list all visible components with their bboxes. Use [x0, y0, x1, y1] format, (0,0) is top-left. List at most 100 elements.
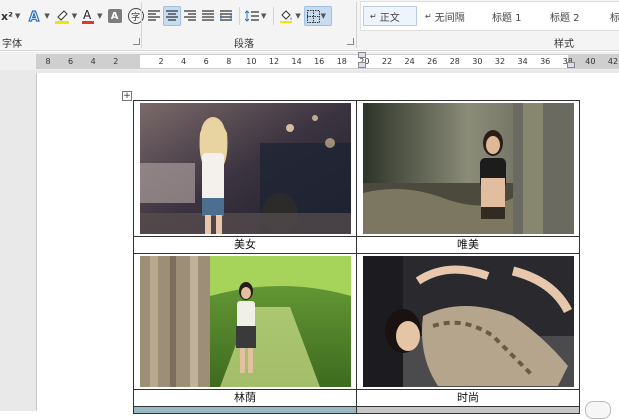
table-cell[interactable] — [133, 253, 357, 390]
chevron-down-icon[interactable]: ▼ — [15, 12, 20, 20]
chevron-down-icon[interactable]: ▼ — [72, 12, 77, 20]
caption-cell[interactable]: 时尚 — [356, 389, 580, 407]
ruler-tick-label: 6 — [68, 57, 74, 66]
ruler-tick-label: 16 — [314, 57, 325, 66]
chevron-down-icon[interactable]: ▼ — [44, 12, 49, 20]
chevron-down-icon[interactable]: ▼ — [97, 12, 102, 20]
char-shading-button[interactable]: A — [107, 9, 122, 23]
page-navigation-icon[interactable] — [585, 401, 611, 419]
table-row: 林荫 时尚 — [133, 389, 580, 407]
ruler-tick-label: 12 — [268, 57, 280, 66]
font-toolbar-row: x² ▼ A ▼ ▼ A ▼ A 字 — [0, 5, 144, 27]
font-color-button[interactable]: A — [80, 6, 96, 26]
ruler-tick-label: 8 — [226, 57, 232, 66]
font-dialog-launcher-icon[interactable] — [133, 38, 140, 45]
table-cell[interactable] — [356, 406, 580, 414]
paragraph-group-label: 段落 — [234, 39, 254, 50]
ruler-tick-label: 4 — [181, 57, 187, 66]
ruler-track[interactable]: 8642246810121416182022242628303234363840… — [36, 54, 619, 69]
superscript-button[interactable]: x² — [0, 6, 14, 26]
align-left-button[interactable] — [145, 6, 163, 26]
ruler-tick-label: 22 — [381, 57, 393, 66]
group-divider — [141, 2, 142, 48]
styles-gallery: ↵ 正文 ↵ 无间隔 标题 1 标题 2 标 — [360, 1, 619, 31]
align-left-icon — [148, 10, 160, 21]
table-cell[interactable] — [133, 100, 357, 237]
photo-table[interactable]: 美女 唯美 林荫 时尚 — [133, 100, 580, 414]
align-center-button[interactable] — [163, 6, 181, 26]
ruler-tick-label: 2 — [113, 57, 119, 66]
align-center-icon — [166, 10, 178, 21]
ruler-tick-label: 26 — [427, 57, 438, 66]
table-row — [133, 100, 580, 237]
styles-group-label: 样式 — [554, 39, 574, 50]
chevron-down-icon[interactable]: ▼ — [295, 12, 300, 20]
style-normal[interactable]: ↵ 正文 — [363, 6, 417, 26]
ruler-tick-label: 34 — [517, 57, 528, 66]
style-label: 标题 2 — [550, 12, 580, 24]
highlighter-icon — [54, 10, 69, 24]
table-move-handle-icon[interactable]: + — [122, 91, 132, 101]
justify-button[interactable] — [199, 6, 217, 26]
photo-aesthetic[interactable] — [363, 103, 574, 234]
group-divider — [356, 2, 357, 48]
style-label: 无间隔 — [434, 12, 465, 24]
paragraph-toolbar-row: ▼ ▼ ▼ — [145, 5, 332, 27]
table-row — [133, 406, 580, 414]
highlighter-button[interactable] — [53, 6, 71, 26]
photo-fashion[interactable] — [363, 256, 574, 387]
font-group-label: 字体 — [2, 39, 22, 50]
right-indent-marker[interactable] — [567, 62, 575, 68]
table-cell[interactable] — [356, 100, 580, 237]
borders-icon — [306, 9, 320, 23]
font-color-icon: A — [82, 8, 95, 24]
line-spacing-button[interactable] — [244, 6, 260, 26]
text-effects-button[interactable]: A — [27, 6, 43, 26]
photo-beauty[interactable] — [140, 103, 351, 234]
paragraph-mark-icon: ↵ — [370, 11, 377, 21]
photo-shade[interactable] — [140, 256, 351, 387]
chevron-down-icon: ▼ — [320, 12, 326, 20]
ruler-tick-label: 40 — [585, 57, 596, 66]
table-cell[interactable] — [356, 253, 580, 390]
ruler-tick-label: 2 — [158, 57, 164, 66]
align-right-icon — [184, 10, 196, 21]
ribbon: x² ▼ A ▼ ▼ A ▼ A 字 字体 ▼ ▼ ▼ 段落 ↵ 正文 ↵ 无间… — [0, 0, 619, 51]
first-line-indent-marker[interactable] — [358, 52, 366, 58]
align-right-button[interactable] — [181, 6, 199, 26]
ruler-tick-label: 18 — [336, 57, 347, 66]
table-row: 美女 唯美 — [133, 236, 580, 254]
ruler-tick-label: 30 — [472, 57, 483, 66]
borders-button[interactable]: ▼ — [303, 6, 332, 26]
svg-text:A: A — [29, 10, 39, 23]
distributed-icon — [220, 10, 232, 21]
table-cell[interactable] — [133, 406, 357, 414]
horizontal-ruler[interactable]: 8642246810121416182022242628303234363840… — [0, 52, 619, 70]
style-label: 正文 — [379, 12, 400, 24]
caption-cell[interactable]: 美女 — [133, 236, 357, 254]
style-heading-1[interactable]: 标题 1 — [492, 6, 522, 26]
caption-cell[interactable]: 唯美 — [356, 236, 580, 254]
ruler-left-margin — [36, 55, 140, 68]
ruler-tick-label: 36 — [540, 57, 551, 66]
chevron-down-icon[interactable]: ▼ — [261, 12, 266, 20]
ruler-tick-label: 4 — [90, 57, 96, 66]
justify-icon — [202, 10, 214, 21]
distributed-button[interactable] — [217, 6, 235, 26]
ruler-tick-label: 24 — [404, 57, 415, 66]
hanging-indent-marker[interactable] — [358, 62, 366, 68]
style-label: 标 — [610, 12, 619, 24]
style-no-spacing[interactable]: ↵ 无间隔 — [425, 6, 465, 26]
ruler-tick-label: 42 — [607, 57, 619, 66]
svg-text:A: A — [83, 8, 92, 22]
shading-button[interactable] — [278, 6, 294, 26]
caption-cell[interactable]: 林荫 — [133, 389, 357, 407]
style-heading-more[interactable]: 标 — [610, 6, 619, 26]
ruler-tick-label: 10 — [246, 57, 257, 66]
line-spacing-icon — [245, 10, 259, 22]
style-heading-2[interactable]: 标题 2 — [550, 6, 580, 26]
paragraph-dialog-launcher-icon[interactable] — [347, 38, 354, 45]
toolbar-divider — [273, 7, 275, 25]
ruler-tick-label: 32 — [494, 57, 506, 66]
toolbar-divider — [239, 7, 240, 25]
